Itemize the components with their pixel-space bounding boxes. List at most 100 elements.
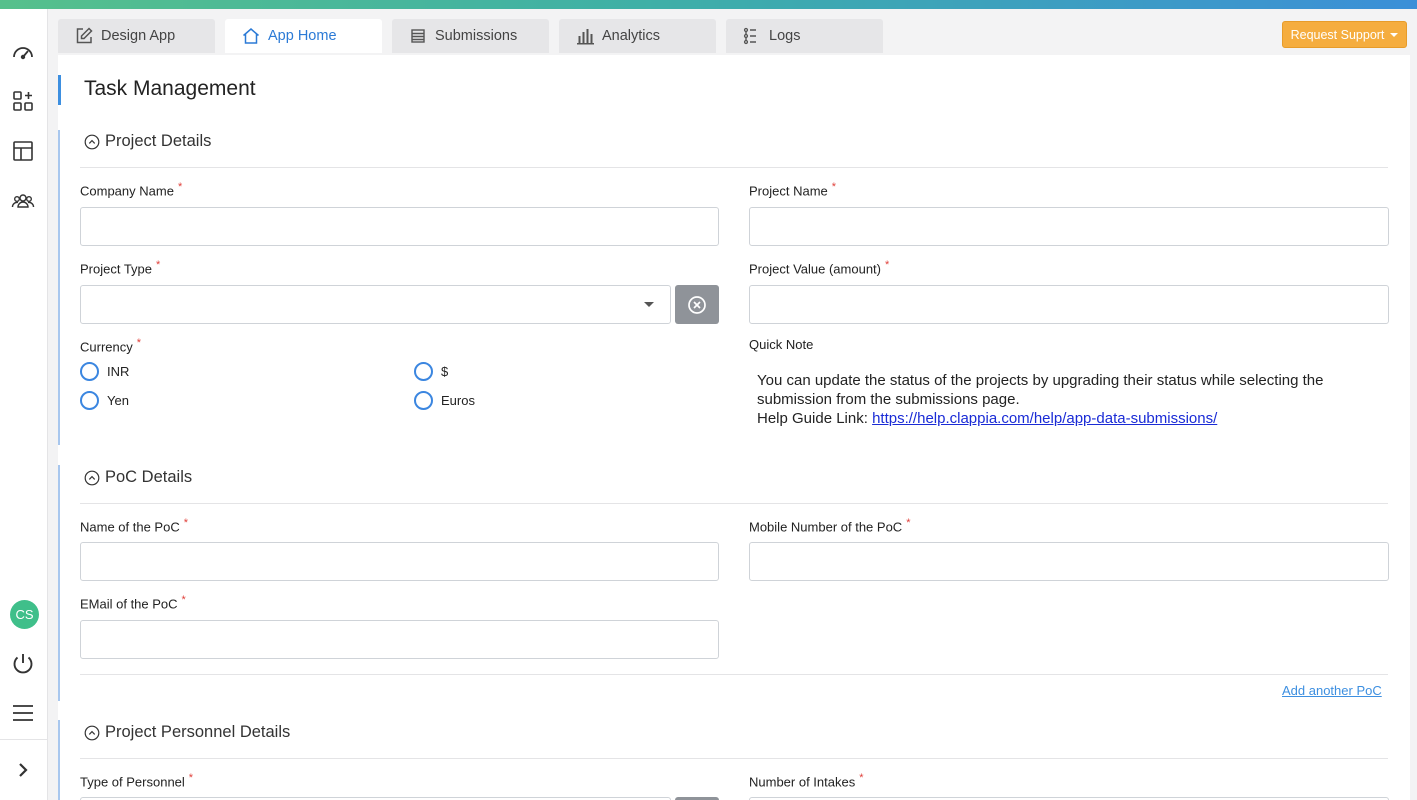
power-icon[interactable] [9, 650, 37, 678]
chevron-up-circle-icon [84, 470, 100, 485]
section-divider [80, 758, 1388, 759]
poc-email-label: EMail of the PoC * [80, 594, 186, 611]
form-content: Task Management Project Details Company … [58, 55, 1410, 800]
label-text: Project Type [80, 261, 153, 277]
tab-label: Logs [769, 28, 801, 44]
label-text: Project Name [749, 183, 828, 199]
label-text: Currency [80, 339, 133, 355]
required-marker: * [885, 259, 890, 271]
home-icon [243, 28, 259, 44]
label-text: Company Name [80, 183, 174, 199]
tab-label: Submissions [435, 28, 518, 44]
project-type-select[interactable] [80, 285, 671, 324]
required-marker: * [181, 594, 186, 606]
dashboard-icon[interactable] [9, 38, 37, 66]
poc-email-input[interactable] [80, 620, 719, 659]
poc-mobile-label: Mobile Number of the PoC * [749, 517, 910, 534]
label-text: Mobile Number of the PoC [749, 519, 903, 535]
layout-icon[interactable] [9, 137, 37, 165]
tab-label: App Home [268, 28, 337, 44]
clear-circle-icon [688, 295, 706, 314]
section-divider [80, 167, 1388, 168]
chevron-up-circle-icon [84, 725, 100, 740]
radio-label: $ [441, 364, 449, 379]
help-guide-prefix: Help Guide Link: [757, 410, 873, 427]
dropdown-arrow-icon [644, 302, 654, 307]
label-text: Number of Intakes [749, 774, 856, 790]
sidebar-divider [0, 739, 48, 740]
currency-radio-dollar[interactable]: $ [414, 362, 448, 381]
caret-down-icon [1390, 32, 1399, 37]
add-another-poc-link[interactable]: Add another PoC [1282, 683, 1382, 698]
radio-circle [414, 391, 433, 410]
project-value-label: Project Value (amount) * [749, 259, 889, 276]
currency-label: Currency * [80, 337, 141, 354]
menu-icon[interactable] [9, 699, 37, 727]
radio-circle [80, 362, 99, 381]
tab-app-home[interactable]: App Home [225, 19, 382, 53]
poc-mobile-input[interactable] [749, 542, 1389, 581]
section-line [58, 465, 60, 701]
required-marker: * [156, 259, 161, 271]
project-name-input[interactable] [749, 207, 1389, 246]
radio-label: Yen [107, 393, 129, 408]
section-line [58, 720, 60, 800]
section-divider [80, 503, 1388, 504]
label-text: Project Value (amount) [749, 261, 881, 277]
section-title: PoC Details [105, 468, 193, 486]
company-name-input[interactable] [80, 207, 719, 246]
section-title: Project Details [105, 132, 212, 150]
project-value-input[interactable] [749, 285, 1389, 324]
bar-chart-icon [577, 29, 594, 45]
section-toggle-project-details[interactable]: Project Details [84, 132, 211, 151]
required-marker: * [831, 181, 837, 193]
radio-circle [414, 362, 433, 381]
edit-icon [76, 27, 93, 44]
tab-bar: Design App App Home Submissions Analytic… [48, 9, 1417, 55]
required-marker: * [136, 337, 142, 349]
tab-label: Design App [101, 28, 176, 44]
section-toggle-personnel-details[interactable]: Project Personnel Details [84, 723, 290, 742]
sidebar: CS [0, 9, 48, 800]
request-support-label: Request Support [1290, 27, 1385, 42]
help-guide-link[interactable]: https://help.clappia.com/help/app-data-s… [872, 410, 1217, 427]
tab-logs[interactable]: Logs [726, 19, 883, 53]
project-name-label: Project Name * [749, 181, 836, 198]
request-support-button[interactable]: Request Support [1282, 21, 1407, 48]
quick-note-text: You can update the status of the project… [757, 371, 1397, 428]
personnel-type-label: Type of Personnel * [80, 772, 193, 789]
chevron-right-icon[interactable] [9, 756, 37, 784]
section-divider [80, 674, 1388, 675]
title-accent [58, 75, 61, 105]
poc-name-input[interactable] [80, 542, 719, 581]
required-marker: * [188, 772, 194, 784]
required-marker: * [859, 772, 864, 784]
currency-radio-inr[interactable]: INR [80, 362, 129, 381]
required-marker: * [906, 517, 911, 529]
section-line [58, 130, 60, 445]
list-icon [411, 29, 425, 43]
radio-label: INR [107, 364, 130, 379]
tab-label: Analytics [602, 28, 661, 44]
quick-note-body: You can update the status of the project… [757, 372, 1324, 408]
tab-submissions[interactable]: Submissions [392, 19, 549, 53]
label-text: Type of Personnel [80, 774, 185, 790]
quick-note-label: Quick Note [749, 337, 814, 352]
avatar[interactable]: CS [10, 600, 39, 629]
currency-radio-euros[interactable]: Euros [414, 391, 475, 410]
users-icon[interactable] [9, 187, 37, 215]
clear-selection-button[interactable] [675, 285, 719, 324]
add-apps-icon[interactable] [9, 87, 37, 115]
tab-design-app[interactable]: Design App [58, 19, 215, 53]
chevron-up-circle-icon [84, 134, 100, 149]
currency-radio-yen[interactable]: Yen [80, 391, 129, 410]
poc-name-label: Name of the PoC * [80, 517, 188, 534]
section-title: Project Personnel Details [105, 723, 291, 741]
radio-label: Euros [441, 393, 475, 408]
required-marker: * [177, 181, 183, 193]
project-type-label: Project Type * [80, 259, 160, 276]
section-toggle-poc-details[interactable]: PoC Details [84, 468, 192, 487]
tab-analytics[interactable]: Analytics [559, 19, 716, 53]
label-text: EMail of the PoC [80, 596, 178, 612]
top-accent-bar [0, 0, 1417, 9]
